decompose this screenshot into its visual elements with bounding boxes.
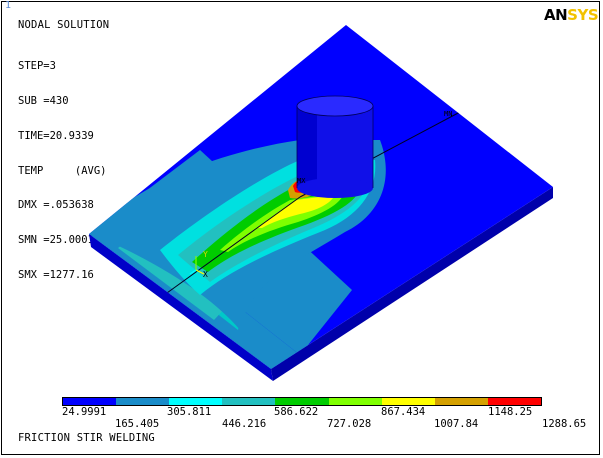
legend-swatch-6 [328,398,382,405]
axis-y-label: Y [203,250,208,259]
legend-label-bottom-5: 1288.65 [542,418,587,430]
legend-label-bottom-1: 165.405 [115,418,160,430]
legend-label-top-3: 586.622 [274,406,319,418]
legend-swatch-3 [169,398,223,405]
legend-label-top-2: 305.811 [167,406,212,418]
min-marker: MN [444,110,452,118]
legend-swatch-8 [434,398,488,405]
ansys-graphics-window: 1 ANSYS NODAL SOLUTION STEP=3 SUB =430 T… [0,0,603,458]
legend-swatch-1 [63,398,117,405]
stir-tool [296,95,374,198]
legend-swatch-7 [381,398,435,405]
legend-swatch-2 [116,398,170,405]
max-marker: MX [297,177,306,185]
axis-x-label: X [203,270,208,279]
legend-label-top-4: 867.434 [381,406,426,418]
plot-caption: FRICTION STIR WELDING [18,432,155,444]
legend-swatch-5 [275,398,329,405]
legend-label-bottom-4: 1007.84 [434,418,479,430]
legend-label-bottom-3: 727.028 [327,418,372,430]
legend-swatch-4 [222,398,276,405]
legend-label-top-1: 24.9991 [62,406,107,418]
contour-legend [62,397,542,406]
legend-swatch-9 [487,398,541,405]
legend-label-top-5: 1148.25 [488,406,533,418]
legend-label-bottom-2: 446.216 [222,418,267,430]
contour-plot-scene[interactable]: Y X MX MN [0,0,603,458]
